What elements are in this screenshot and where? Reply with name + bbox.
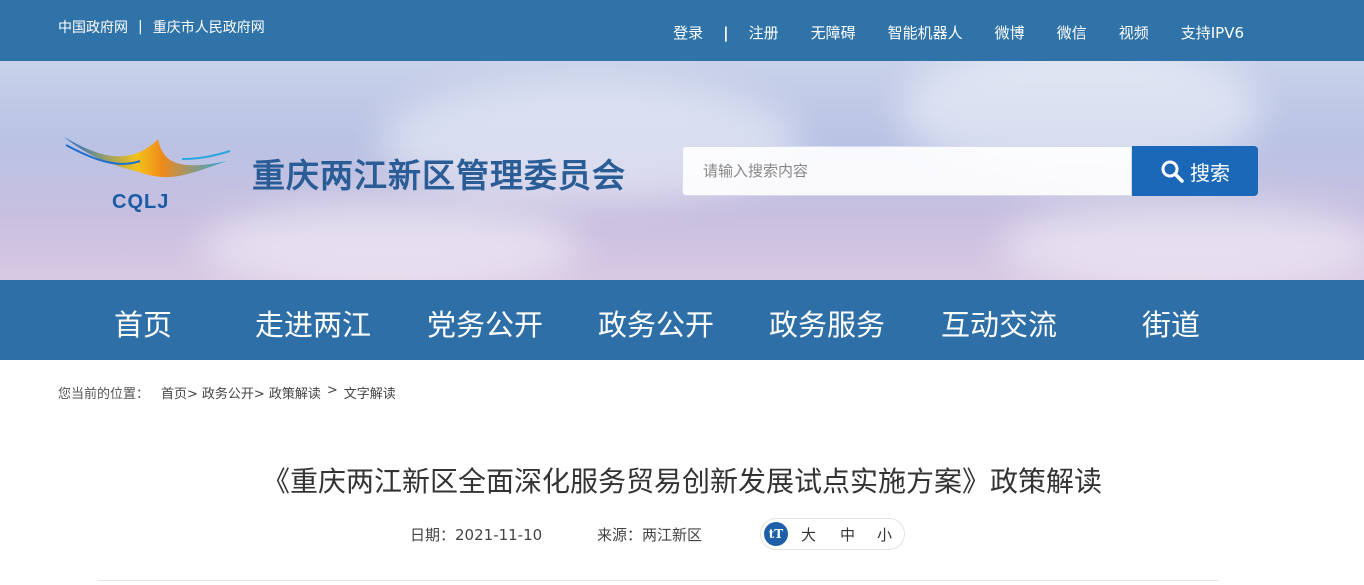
font-size-icon: tT: [764, 522, 788, 546]
font-size-switcher: tT 大 中 小: [760, 518, 905, 550]
link-gov-cn[interactable]: 中国政府网: [58, 17, 128, 37]
nav-item-gov-affairs[interactable]: 政务公开: [598, 302, 714, 344]
article-source: 来源：两江新区: [597, 524, 702, 545]
main-nav: 首页 走进两江 党务公开 政务公开 政务服务 互动交流 街道: [0, 280, 1364, 360]
search-input[interactable]: [682, 146, 1132, 196]
cloud-decoration: [200, 201, 580, 280]
login-link[interactable]: 登录: [673, 22, 703, 43]
date-value: 2021-11-10: [455, 526, 543, 544]
breadcrumb-policy-interpretation[interactable]: 政策解读: [269, 383, 321, 402]
robot-link[interactable]: 智能机器人: [888, 22, 963, 43]
breadcrumb-gov-affairs[interactable]: 政务公开>: [202, 383, 265, 402]
article-title: 《重庆两江新区全面深化服务贸易创新发展试点实施方案》政策解读: [261, 465, 1102, 498]
breadcrumb-text-interpretation[interactable]: 文字解读: [344, 383, 396, 402]
breadcrumb-home[interactable]: 首页>: [161, 383, 198, 402]
separator: |: [138, 19, 143, 35]
cloud-decoration: [1000, 201, 1364, 280]
search-button-label: 搜索: [1190, 160, 1230, 185]
date-label: 日期：: [410, 526, 456, 544]
nav-item-streets[interactable]: 街道: [1142, 302, 1200, 344]
top-right-links: 登录 | 注册 无障碍 智能机器人 微博 微信 视频 支持IPV6: [673, 22, 1244, 43]
nav-item-gov-services[interactable]: 政务服务: [769, 302, 885, 344]
ipv6-link[interactable]: 支持IPV6: [1181, 22, 1244, 43]
font-size-small[interactable]: 小: [877, 524, 892, 545]
font-size-large[interactable]: 大: [801, 524, 816, 545]
nav-item-about[interactable]: 走进两江: [255, 302, 371, 344]
logo-text: CQLJ: [112, 191, 170, 213]
top-bar: 中国政府网 | 重庆市人民政府网 登录 | 注册 无障碍 智能机器人 微博 微信…: [0, 0, 1364, 61]
top-left-links: 中国政府网 | 重庆市人民政府网: [58, 17, 265, 37]
site-title: 重庆两江新区管理委员会: [252, 156, 626, 195]
wechat-link[interactable]: 微信: [1057, 22, 1087, 43]
video-link[interactable]: 视频: [1119, 22, 1149, 43]
login-register-separator: |: [723, 23, 729, 42]
content-divider: [98, 580, 1218, 581]
weibo-link[interactable]: 微博: [995, 22, 1025, 43]
article-date: 日期：2021-11-10: [410, 524, 542, 545]
header-banner: CQLJ 重庆两江新区管理委员会 搜索: [0, 61, 1364, 280]
search-button[interactable]: 搜索: [1132, 146, 1258, 196]
nav-item-home[interactable]: 首页: [114, 302, 172, 344]
accessibility-link[interactable]: 无障碍: [811, 22, 856, 43]
breadcrumb-prefix: 您当前的位置：: [58, 387, 150, 402]
register-link[interactable]: 注册: [749, 22, 779, 43]
link-cq-gov[interactable]: 重庆市人民政府网: [153, 17, 265, 37]
nav-item-interaction[interactable]: 互动交流: [941, 302, 1057, 344]
search-icon: [1161, 160, 1184, 183]
source-value: 两江新区: [642, 526, 703, 544]
nav-item-party-affairs[interactable]: 党务公开: [427, 302, 543, 344]
breadcrumb-separator: >: [326, 383, 338, 398]
breadcrumb: 您当前的位置： 首页> 政务公开> 政策解读 > 文字解读: [58, 383, 396, 402]
source-label: 来源：: [597, 526, 643, 544]
font-size-medium[interactable]: 中: [840, 524, 855, 545]
